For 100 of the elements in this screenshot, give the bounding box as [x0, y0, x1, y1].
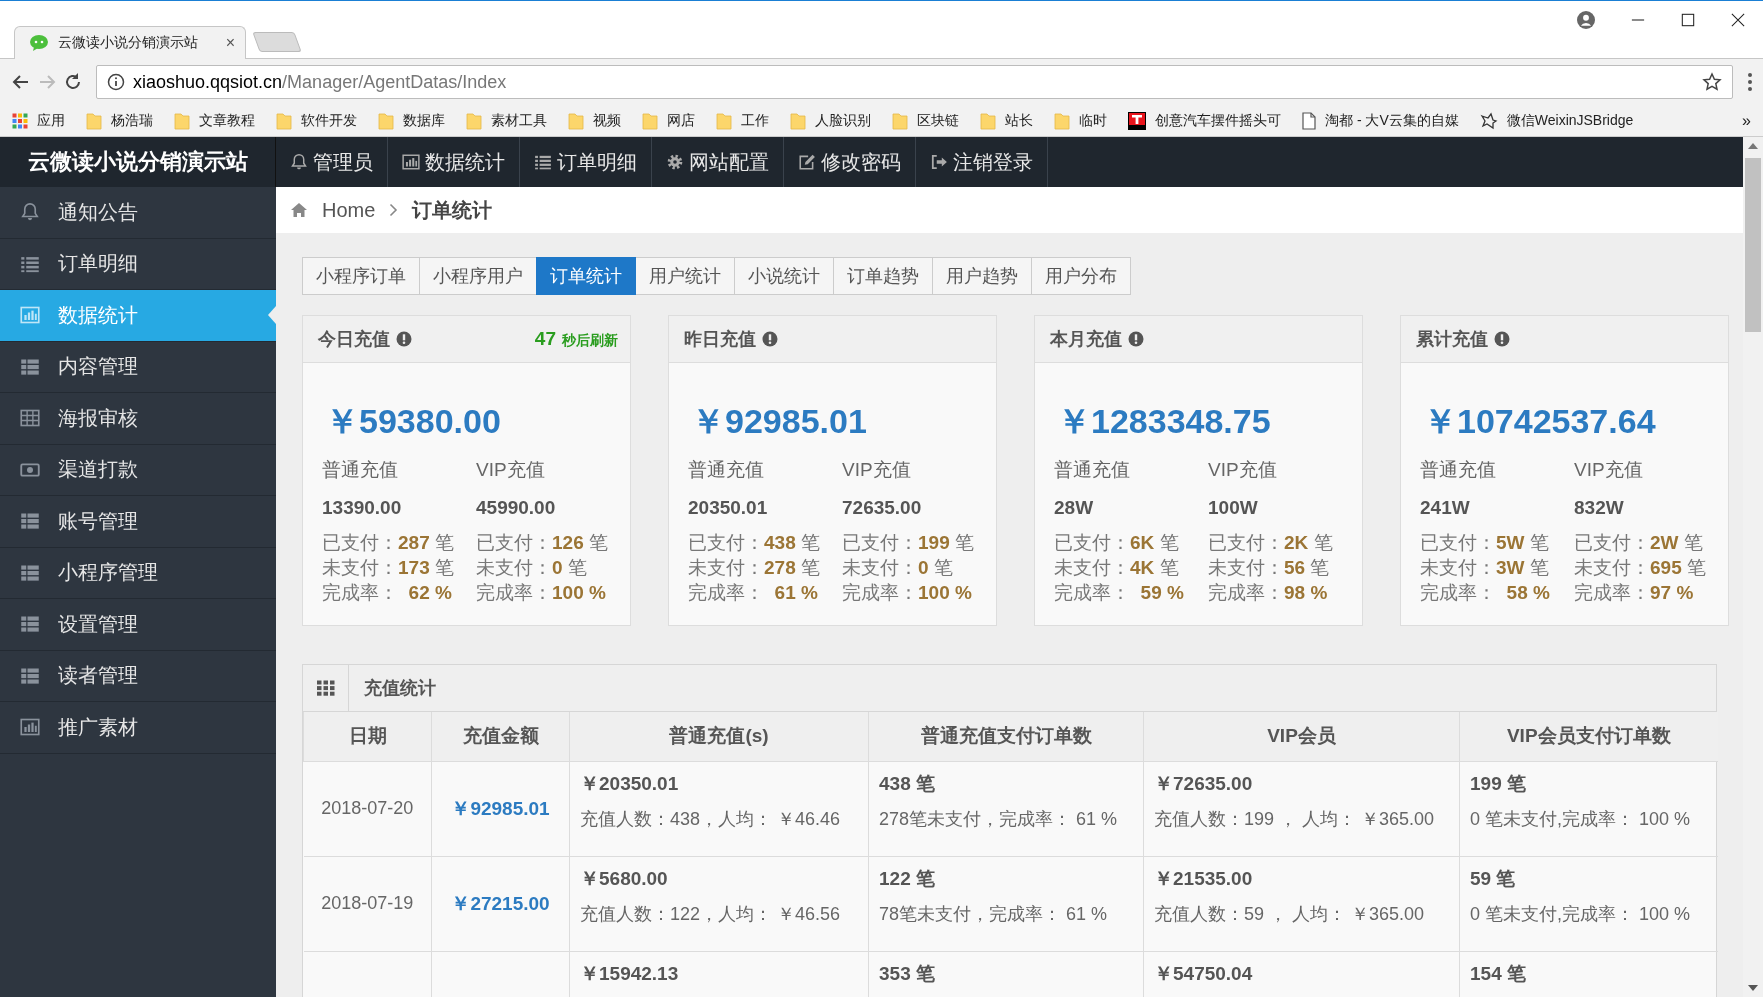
column-header: VIP会员支付订单数 — [1459, 712, 1718, 761]
scrollbar[interactable] — [1743, 137, 1763, 997]
bookmark[interactable]: 软件开发 — [276, 112, 357, 130]
amount-cell: ￥92985.01 — [451, 797, 550, 819]
tab[interactable]: 订单统计 — [536, 257, 636, 295]
stat-line: 已支付：199 笔 — [842, 531, 975, 555]
stat-line: 已支付：2K 笔 — [1208, 531, 1334, 555]
sidebar-item[interactable]: 内容管理 — [0, 341, 276, 393]
folder-icon — [790, 112, 806, 130]
total-amount: ￥59380.00 — [325, 401, 502, 442]
browser-tab[interactable]: 云微读小说分销演示站 × — [14, 26, 246, 59]
amount-cell: ￥27215.00 — [451, 892, 550, 914]
stat-value: 28W — [1054, 497, 1095, 519]
folder-icon — [466, 112, 482, 130]
refresh-label: 秒后刷新 — [562, 332, 618, 350]
bookmark[interactable]: 网店 — [642, 112, 695, 130]
t-logo-icon — [1128, 112, 1146, 130]
stat-line: 完成率： 59 % — [1054, 581, 1185, 605]
panel-title: 充值统计 — [363, 677, 436, 700]
bookmark[interactable]: 站长 — [980, 112, 1033, 130]
stat-value: 20350.01 — [688, 497, 769, 519]
stat-line: 已支付：6K 笔 — [1054, 531, 1180, 555]
scrollbar-thumb[interactable] — [1745, 158, 1761, 332]
tab[interactable]: 用户统计 — [635, 257, 735, 295]
apps-grid-icon — [12, 113, 28, 129]
home-link[interactable]: Home — [322, 198, 376, 222]
more-bookmarks-button[interactable]: » — [1742, 112, 1751, 130]
tab[interactable]: 订单趋势 — [833, 257, 933, 295]
card-title: 今日充值 — [318, 328, 390, 351]
stat-line: 完成率：97 % — [1574, 581, 1695, 605]
bookmark[interactable]: 创意汽车摆件摇头可 — [1128, 112, 1281, 130]
stat-label: VIP充值 — [1574, 458, 1644, 482]
folder-icon — [1054, 112, 1070, 130]
cell-detail: 充值人数：122，人均： ￥46.56 — [580, 902, 841, 926]
info-icon — [107, 73, 125, 91]
bookmark[interactable]: 微信WeixinJSBridge — [1479, 112, 1634, 130]
stat-line: 未支付：4K 笔 — [1054, 556, 1180, 580]
stat-label: 普通充值 — [688, 458, 765, 482]
bookmark[interactable]: 数据库 — [378, 112, 445, 130]
scroll-up-icon[interactable] — [1748, 143, 1758, 149]
sidebar-item[interactable]: 海报审核 — [0, 393, 276, 445]
address-bar[interactable]: xiaoshuo.qqsiot.cn/Manager/AgentDatas/Index — [96, 65, 1733, 99]
cell-value: ￥54750.04 — [1154, 961, 1253, 986]
tab[interactable]: 用户趋势 — [932, 257, 1032, 295]
bookmark[interactable]: 杨浩瑞 — [86, 112, 153, 130]
bookmark[interactable]: 人脸识别 — [790, 112, 871, 130]
logout-icon — [930, 153, 948, 171]
edit-icon — [798, 153, 816, 171]
bookmark[interactable]: 淘都 - 大V云集的自媒 — [1302, 112, 1459, 130]
card-title: 昨日充值 — [684, 328, 756, 351]
bookmark[interactable]: 区块链 — [892, 112, 959, 130]
stat-line: 已支付：287 笔 — [322, 531, 455, 555]
info-icon — [762, 331, 778, 347]
folder-icon — [378, 112, 394, 130]
bookmark[interactable]: 素材工具 — [466, 112, 547, 130]
bell-icon — [290, 153, 308, 171]
bookmark[interactable]: 文章教程 — [174, 112, 255, 130]
column-header: 充值金额 — [431, 712, 570, 761]
stat-line: 完成率： 58 % — [1420, 581, 1551, 605]
stat-line: 未支付：695 笔 — [1574, 556, 1707, 580]
column-header: 普通充值(s) — [569, 712, 869, 761]
cell-detail: 充值人数：199 ， 人均： ￥365.00 — [1154, 807, 1435, 831]
sidebar-item[interactable]: 账号管理 — [0, 496, 276, 548]
maximize-icon[interactable] — [1681, 13, 1695, 27]
stat-line: 未支付：56 笔 — [1208, 556, 1331, 580]
stat-line: 已支付：126 笔 — [476, 531, 609, 555]
stat-value: 241W — [1420, 497, 1471, 519]
folder-icon — [892, 112, 908, 130]
close-icon[interactable] — [1731, 13, 1745, 27]
tab[interactable]: 小程序订单 — [302, 257, 420, 295]
tab[interactable]: 用户分布 — [1031, 257, 1131, 295]
stat-line: 未支付：173 笔 — [322, 556, 455, 580]
stat-line: 未支付：0 笔 — [842, 556, 954, 580]
sidebar-item[interactable]: 小程序管理 — [0, 547, 276, 599]
bookmark[interactable]: 视频 — [568, 112, 621, 130]
tab[interactable]: 小说统计 — [734, 257, 834, 295]
folder-icon — [174, 112, 190, 130]
star-icon[interactable] — [1702, 72, 1722, 92]
folder-icon — [568, 112, 584, 130]
cell-value: ￥5680.00 — [580, 866, 668, 891]
stat-line: 完成率：100 % — [842, 581, 973, 605]
cell-value: 353 笔 — [879, 961, 935, 986]
info-icon — [1128, 331, 1144, 347]
bookmark[interactable]: 工作 — [716, 112, 769, 130]
stat-line: 已支付：2W 笔 — [1574, 531, 1704, 555]
list-icon — [534, 153, 552, 171]
sidebar-item[interactable]: 读者管理 — [0, 650, 276, 702]
bookmark[interactable]: 临时 — [1054, 112, 1107, 130]
user-avatar-icon[interactable] — [1577, 11, 1595, 29]
bookmark[interactable]: 应用 — [12, 112, 65, 130]
cell-detail: 充值人数：59 ， 人均： ￥365.00 — [1154, 902, 1425, 926]
scroll-down-icon[interactable] — [1748, 985, 1758, 991]
chat-bubble-icon — [29, 34, 49, 52]
tab[interactable]: 小程序用户 — [419, 257, 537, 295]
grid-icon — [20, 408, 40, 429]
menu-icon[interactable] — [1747, 72, 1753, 92]
sidebar-item[interactable]: 设置管理 — [0, 599, 276, 651]
close-tab-button[interactable]: × — [225, 34, 235, 52]
cell-detail: 78笔未支付，完成率： 61 % — [879, 902, 1108, 926]
stat-value: 100W — [1208, 497, 1259, 519]
